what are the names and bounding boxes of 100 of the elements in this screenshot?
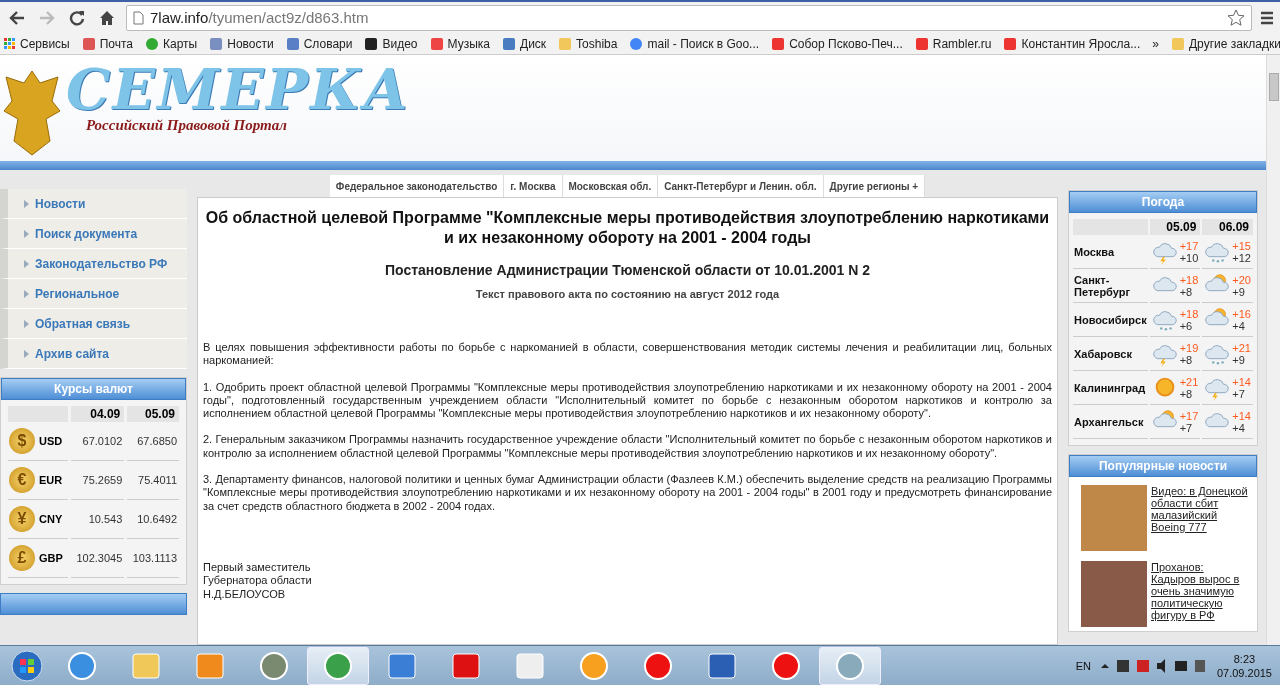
bookmark-link[interactable]: Toshiba bbox=[558, 36, 618, 51]
scroll-thumb[interactable] bbox=[1268, 73, 1279, 101]
low-temperature: +8 bbox=[1179, 387, 1194, 400]
city-name: Новосибирск bbox=[1074, 313, 1147, 326]
city-name: Архангельск bbox=[1074, 415, 1144, 428]
city-name: Хабаровск bbox=[1074, 347, 1132, 360]
document-paragraph: 3. Департаменту финансов, налоговой политики и ценных бумаг Администрации области (Фазлеев К.М.) обеспечить выделение средств на реализацию Программы "Комплексные меры противодействия злоупотреблению наркотиками и их незаконному обороту на 2001 - 2004 годы" в 2001 году и предусмотреть финансирование за счет средств областного бюджета в 2002 - 2004 годах. bbox=[203, 473, 1052, 513]
low-temperature: +7 bbox=[1179, 421, 1194, 434]
low-temperature: +12 bbox=[1232, 251, 1251, 264]
taskbar-app-button[interactable] bbox=[307, 646, 369, 685]
coin-icon: $ bbox=[9, 428, 35, 454]
panel-heading: Погода bbox=[1069, 191, 1257, 213]
scrollbar[interactable] bbox=[1266, 55, 1280, 645]
home-icon bbox=[99, 9, 115, 26]
sidebar-link[interactable]: Поиск документа bbox=[0, 219, 187, 249]
triangle-bullet-icon bbox=[24, 319, 29, 328]
panel-heading: Курсы валют bbox=[1, 378, 186, 400]
star-icon[interactable] bbox=[1227, 8, 1245, 27]
bookmark-link[interactable]: Собор Псково-Печ... bbox=[771, 36, 903, 51]
taskbar-app-button[interactable] bbox=[819, 646, 881, 685]
apps-grid-icon bbox=[4, 37, 16, 50]
date-header: 04.09 bbox=[70, 406, 125, 422]
high-temperature: +21 bbox=[1232, 341, 1251, 354]
bookmark-folder[interactable]: Другие закладки bbox=[1170, 36, 1280, 51]
url-text: 7law.info/tyumen/act9z/d863.htm bbox=[150, 9, 369, 26]
menu-icon[interactable] bbox=[1260, 10, 1274, 25]
currency-code: EUR bbox=[39, 474, 63, 486]
low-temperature: +4 bbox=[1232, 319, 1246, 332]
high-temperature: +17 bbox=[1179, 239, 1199, 252]
rate-cell: 10.543 bbox=[70, 500, 125, 539]
high-temperature: +15 bbox=[1232, 239, 1251, 252]
site-tagline: Российский Правовой Портал bbox=[86, 117, 288, 134]
more-bookmarks-button[interactable]: » bbox=[1152, 36, 1159, 51]
high-temperature: +18 bbox=[1179, 307, 1199, 320]
city-name: Москва bbox=[1074, 245, 1115, 258]
sidebar-link[interactable]: Архив сайта bbox=[0, 339, 187, 369]
bookmark-link[interactable]: mail - Поиск в Goo... bbox=[629, 36, 760, 51]
bookmark-link[interactable]: Rambler.ru bbox=[914, 36, 992, 51]
windows-orb-icon bbox=[11, 649, 43, 682]
city-name: Санкт-Петербург bbox=[1074, 273, 1131, 298]
high-temperature: +14 bbox=[1232, 409, 1251, 422]
arrow-left-icon bbox=[9, 10, 25, 25]
bookmark-link[interactable]: Карты bbox=[145, 36, 198, 51]
low-temperature: +8 bbox=[1179, 285, 1194, 298]
language-indicator[interactable]: EN bbox=[1075, 659, 1091, 672]
page-icon bbox=[133, 10, 144, 25]
high-temperature: +21 bbox=[1179, 375, 1199, 388]
address-bar[interactable]: 7law.info/tyumen/act9z/d863.htm bbox=[126, 4, 1252, 31]
clock-date[interactable]: 07.09.2015 bbox=[1216, 665, 1272, 680]
document-title: Об областной целевой Программе "Комплексные меры противодействия злоупотреблению наркотиками и их незаконному обороту на 2001 - 2004 годы bbox=[204, 208, 1051, 248]
arrow-right-icon bbox=[39, 10, 55, 25]
bookmark-link[interactable]: Диск bbox=[502, 36, 547, 51]
sidebar-link[interactable]: Обратная связь bbox=[0, 309, 187, 339]
rate-cell: 10.6492 bbox=[127, 500, 179, 539]
currency-code: USD bbox=[39, 435, 63, 447]
sidebar-link[interactable]: Региональное bbox=[0, 279, 187, 309]
low-temperature: +10 bbox=[1179, 251, 1199, 264]
bookmark-link[interactable]: Видео bbox=[364, 36, 418, 51]
bookmark-link[interactable]: Новости bbox=[209, 36, 274, 51]
date-header: 05.09 bbox=[127, 406, 179, 422]
bookmark-link[interactable]: Словари bbox=[285, 36, 353, 51]
rate-cell: 75.2659 bbox=[70, 461, 125, 500]
bookmark-link[interactable]: Сервисы bbox=[4, 36, 70, 51]
bookmark-link[interactable]: Почта bbox=[81, 36, 134, 51]
photo-placeholder bbox=[1081, 485, 1147, 551]
low-temperature: +4 bbox=[1232, 421, 1246, 434]
clock-time[interactable]: 8:23 bbox=[1233, 651, 1256, 666]
low-temperature: +6 bbox=[1179, 319, 1194, 332]
high-temperature: +17 bbox=[1179, 409, 1199, 422]
triangle-bullet-icon bbox=[24, 349, 29, 358]
high-temperature: +16 bbox=[1232, 307, 1251, 320]
photo-placeholder bbox=[1081, 561, 1147, 627]
signature-line: Губернатора области bbox=[203, 574, 313, 588]
triangle-bullet-icon bbox=[24, 259, 29, 268]
coin-icon: £ bbox=[9, 545, 35, 571]
triangle-bullet-icon bbox=[24, 289, 29, 298]
signature-line: Н.Д.БЕЛОУСОВ bbox=[203, 587, 287, 601]
high-temperature: +19 bbox=[1179, 341, 1199, 354]
sidebar-link[interactable]: Новости bbox=[0, 189, 187, 219]
high-temperature: +14 bbox=[1232, 375, 1251, 388]
date-header: 06.09 bbox=[1202, 219, 1253, 235]
currency-code: CNY bbox=[39, 513, 63, 525]
city-name: Калининград bbox=[1074, 381, 1146, 394]
news-link[interactable]: Проханов: Кадыров вырос в очень значимую политическую фигуру в РФ bbox=[1151, 561, 1251, 627]
signature-line: Первый заместитель bbox=[203, 560, 312, 575]
document-paragraph: 2. Генеральным заказчиком Программы назначить государственное учреждение области "Исполнительный комитет по борьбе с незаконным оборотом наркотиков и контролю за исполнением областной целевой Программы "Комплексные меры противодействия злоупотреблению наркотиков и их незаконному обороту". bbox=[203, 433, 1052, 461]
low-temperature: +9 bbox=[1232, 353, 1246, 366]
triangle-bullet-icon bbox=[24, 199, 29, 208]
coin-icon: ¥ bbox=[9, 506, 35, 532]
reload-icon bbox=[69, 9, 85, 26]
rate-cell: 67.0102 bbox=[70, 422, 125, 461]
bookmark-link[interactable]: Музыка bbox=[429, 36, 490, 51]
bookmark-link[interactable]: Константин Яросла... bbox=[1003, 36, 1141, 51]
sidebar-link[interactable]: Законодательство РФ bbox=[0, 249, 187, 279]
rate-cell: 67.6850 bbox=[127, 422, 179, 461]
panel-heading: Популярные новости bbox=[1069, 455, 1257, 477]
news-link[interactable]: Видео: в Донецкой области сбит малазийский Boeing 777 bbox=[1151, 485, 1251, 551]
high-temperature: +20 bbox=[1232, 273, 1251, 286]
triangle-bullet-icon bbox=[24, 229, 29, 238]
low-temperature: +8 bbox=[1179, 353, 1194, 366]
